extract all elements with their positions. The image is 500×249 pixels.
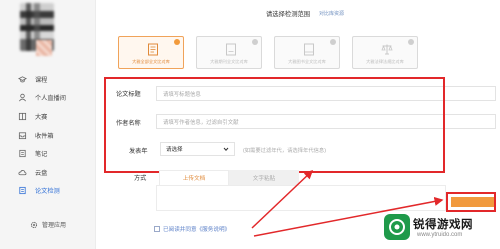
sidebar-item-inbox[interactable]: 收件箱: [0, 126, 96, 145]
agreement-text: 已阅读并同意: [163, 227, 197, 233]
tab-upload-document[interactable]: 上传文档: [159, 170, 229, 185]
journal-icon: [226, 43, 236, 56]
scope-card-books[interactable]: 大雅图书全文比对库: [274, 36, 340, 69]
upload-button[interactable]: [446, 192, 496, 212]
method-label: 方式: [134, 175, 147, 182]
sidebar-item-label: 大赛: [35, 113, 48, 121]
sidebar-item-label: 个人直播间: [35, 95, 66, 103]
inbox-icon: [18, 131, 27, 140]
scope-card-label: 大雅全部全文比对库: [132, 59, 170, 64]
upload-area[interactable]: [156, 185, 446, 211]
sidebar-item-label: 论文检测: [35, 188, 60, 196]
service-terms-link[interactable]: 《服务说明》: [197, 225, 231, 233]
sidebar: 课程 个人直播间 大赛 收件箱 笔记 云盘 论文检测 管理应用: [0, 0, 96, 249]
sidebar-item-live-room[interactable]: 个人直播间: [0, 89, 96, 108]
sidebar-item-notes[interactable]: 笔记: [0, 144, 96, 163]
check-icon: [330, 39, 336, 45]
book-icon: [304, 43, 314, 56]
sidebar-item-label: 课程: [35, 76, 48, 84]
sidebar-item-contest[interactable]: 大赛: [0, 107, 96, 126]
sidebar-item-label: 收件箱: [35, 132, 54, 140]
sidebar-item-label: 笔记: [35, 151, 48, 159]
scope-card-all[interactable]: 大雅全部全文比对库: [118, 36, 184, 69]
manage-apps-label: 管理应用: [41, 223, 66, 229]
tab-paste-text[interactable]: 文字粘贴: [229, 170, 299, 185]
scope-card-label: 大雅图书全文比对库: [288, 59, 326, 64]
manage-apps-button[interactable]: 管理应用: [0, 220, 96, 229]
highlight-box: [104, 77, 445, 173]
main-panel: 请选择检测范围 对比库资源 大雅全部全文比对库 大雅期刊全文比对库 大雅图书全文…: [96, 0, 500, 249]
agreement-checkbox[interactable]: 已阅读并同意 《服务说明》: [154, 225, 230, 233]
scope-card-label: 大雅期刊全文比对库: [210, 59, 248, 64]
scope-card-journal[interactable]: 大雅期刊全文比对库: [196, 36, 262, 69]
sidebar-item-label: 云盘: [35, 169, 48, 177]
grad-cap-icon: [18, 75, 27, 84]
note-icon: [18, 149, 27, 158]
sidebar-nav: 课程 个人直播间 大赛 收件箱 笔记 云盘 论文检测: [0, 70, 96, 200]
check-icon: [408, 39, 414, 45]
sidebar-item-paper-check[interactable]: 论文检测: [0, 182, 96, 201]
scales-icon: [381, 44, 393, 55]
cloud-icon: [18, 168, 27, 177]
site-watermark: 锐得游戏网 www.ytruido.com: [384, 210, 500, 249]
person-icon: [18, 93, 27, 102]
checkbox-icon: [154, 226, 160, 232]
check-icon: [174, 39, 180, 45]
doc-check-icon: [18, 186, 27, 195]
page-title: 请选择检测范围: [266, 11, 311, 18]
avatar-badge: [36, 40, 52, 56]
gear-icon: [30, 221, 38, 229]
compare-library-link[interactable]: 对比库资源: [319, 10, 344, 17]
scope-card-label: 大雅法律法规比对库: [366, 59, 404, 64]
sidebar-item-courses[interactable]: 课程: [0, 70, 96, 89]
check-icon: [252, 39, 258, 45]
book-icon: [18, 112, 27, 121]
scope-card-law[interactable]: 大雅法律法规比对库: [352, 36, 418, 69]
watermark-title: 锐得游戏网: [413, 219, 473, 231]
document-icon: [148, 43, 158, 56]
watermark-logo-icon: [384, 214, 410, 240]
sidebar-item-cloud[interactable]: 云盘: [0, 163, 96, 182]
watermark-url: www.ytruido.com: [417, 232, 463, 238]
